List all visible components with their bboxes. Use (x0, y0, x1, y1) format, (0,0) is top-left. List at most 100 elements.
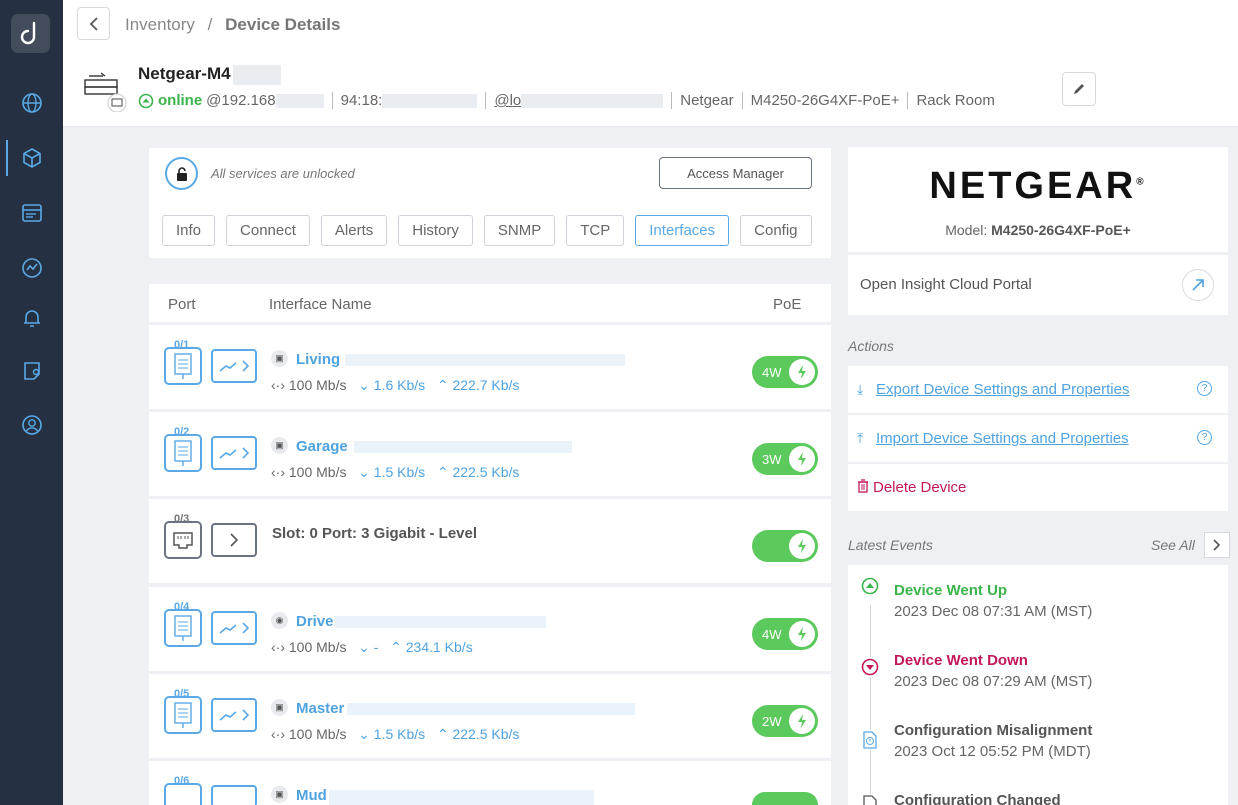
lightning-icon (789, 446, 815, 472)
tab-config[interactable]: Config (740, 215, 812, 246)
model-value: M4250-26G4XF-PoE+ (991, 222, 1131, 238)
app-logo[interactable] (11, 14, 50, 53)
cube-icon[interactable] (19, 145, 45, 171)
table-row[interactable]: 0/2 ▣ Garage ‹·› 100 Mb/s ⌄ 1.5 Kb/s ⌃ 2… (149, 412, 831, 496)
edit-button[interactable] (1062, 72, 1096, 106)
delete-action[interactable]: Delete Device (848, 464, 1228, 511)
tab-alerts[interactable]: Alerts (320, 215, 388, 246)
tab-interfaces[interactable]: Interfaces (635, 215, 730, 246)
export-link[interactable]: Export Device Settings and Properties (876, 381, 1129, 398)
back-button[interactable] (77, 7, 110, 40)
breadcrumb-current: Device Details (225, 15, 341, 34)
location-link[interactable]: @lo (494, 92, 521, 109)
poe-toggle[interactable] (752, 530, 818, 562)
download-rate: 1.6 Kb/s (373, 377, 426, 393)
interface-name[interactable]: Living (296, 351, 340, 368)
tab-info[interactable]: Info (162, 215, 216, 246)
poe-toggle[interactable]: 4W (752, 356, 818, 388)
monitor-icon[interactable] (19, 255, 45, 281)
tab-history[interactable]: History (398, 215, 473, 246)
link-speed: 100 Mb/s (288, 377, 347, 393)
interface-name[interactable]: Slot: 0 Port: 3 Gigabit - Level (272, 525, 477, 542)
traffic-graph-button[interactable] (211, 611, 257, 645)
event-date: 2023 Dec 08 07:29 AM (MST) (894, 673, 1093, 690)
interface-name[interactable]: Master (296, 700, 344, 717)
expand-button[interactable] (211, 523, 257, 557)
timeline-line (870, 605, 871, 805)
tab-snmp[interactable]: SNMP (483, 215, 556, 246)
report-icon[interactable] (19, 358, 45, 384)
table-row[interactable]: 0/4 ◉ Drive ‹·› 100 Mb/s ⌄ - ⌃ 234.1 Kb/… (149, 587, 831, 671)
table-row[interactable]: 0/1 ▣ Living ‹·› 100 Mb/s ⌄ 1.6 Kb/s ⌃ 2… (149, 325, 831, 409)
see-all-button[interactable] (1204, 532, 1230, 558)
tab-tcp[interactable]: TCP (566, 215, 625, 246)
traffic-graph-button[interactable] (211, 349, 257, 383)
chart-line-icon (219, 447, 250, 459)
event-item[interactable]: Device Went Down 2023 Dec 08 07:29 AM (M… (848, 642, 1228, 702)
import-action[interactable]: ⤒ Import Device Settings and Properties … (848, 415, 1228, 462)
interface-name[interactable]: Garage (296, 438, 348, 455)
lightning-icon (789, 708, 815, 734)
help-icon[interactable]: ? (1197, 430, 1212, 445)
bell-icon[interactable] (19, 305, 45, 331)
traffic-graph-button[interactable] (211, 698, 257, 732)
see-all-link[interactable]: See All (1151, 537, 1195, 553)
chart-line-icon (219, 622, 250, 634)
actions-title: Actions (848, 338, 894, 354)
interface-name[interactable]: Drive (296, 613, 334, 630)
portal-link-text[interactable]: Open Insight Cloud Portal (860, 276, 1032, 293)
table-row[interactable]: 0/5 ▣ Master ‹·› 100 Mb/s ⌄ 1.5 Kb/s ⌃ 2… (149, 674, 831, 758)
redacted-block (275, 93, 324, 108)
event-date: 2023 Dec 08 07:31 AM (MST) (894, 603, 1093, 620)
interface-name[interactable]: Mud (296, 787, 327, 804)
import-link[interactable]: Import Device Settings and Properties (876, 430, 1129, 447)
traffic-graph-button[interactable] (211, 785, 257, 805)
col-port: Port (168, 296, 196, 313)
access-manager-button[interactable]: Access Manager (659, 157, 812, 189)
services-panel: All services are unlocked Access Manager… (149, 148, 831, 258)
dashboard-icon[interactable] (19, 200, 45, 226)
poe-toggle[interactable] (752, 792, 818, 805)
redacted-block (334, 616, 546, 628)
tab-connect[interactable]: Connect (226, 215, 310, 246)
chart-line-icon (219, 709, 250, 721)
arrow-up-right-icon (1192, 279, 1204, 291)
events-card: Device Went Up 2023 Dec 08 07:31 AM (MST… (848, 565, 1228, 805)
event-item[interactable]: Device Went Up 2023 Dec 08 07:31 AM (MST… (848, 572, 1228, 632)
arrow-down-circle-icon (860, 657, 880, 677)
export-action[interactable]: ⤓ Export Device Settings and Properties … (848, 366, 1228, 413)
traffic-graph-button[interactable] (211, 436, 257, 470)
delete-device-button[interactable]: Delete Device (873, 479, 966, 496)
redacted-block (382, 93, 478, 108)
status-up-icon (138, 93, 154, 108)
globe-icon[interactable] (19, 90, 45, 116)
sidebar (0, 0, 63, 805)
interface-stats: ‹·› 100 Mb/s ⌄ 1.5 Kb/s ⌃ 222.5 Kb/s (271, 726, 520, 742)
download-rate: 1.5 Kb/s (373, 726, 426, 742)
vendor: Netgear (680, 92, 734, 109)
help-icon[interactable]: ? (1197, 381, 1212, 396)
breadcrumb-separator: / (207, 15, 213, 34)
camera-icon: ▣ (271, 786, 288, 803)
breadcrumb-inventory[interactable]: Inventory (125, 15, 195, 34)
trash-icon (857, 479, 869, 496)
poe-port-icon (164, 347, 202, 385)
external-link-button[interactable] (1182, 269, 1214, 301)
divider (671, 92, 673, 109)
user-icon[interactable] (19, 412, 45, 438)
table-row[interactable]: 0/3 Slot: 0 Port: 3 Gigabit - Level (149, 499, 831, 583)
ethernet-port-icon (164, 521, 202, 559)
poe-toggle[interactable]: 4W (752, 618, 818, 650)
event-item[interactable]: Configuration Misalignment 2023 Oct 12 0… (848, 712, 1228, 772)
insight-portal-card[interactable]: Open Insight Cloud Portal (848, 255, 1228, 315)
table-row[interactable]: 0/6 ▣ Mud (149, 761, 831, 805)
poe-toggle[interactable]: 3W (752, 443, 818, 475)
webcam-icon: ◉ (271, 612, 288, 629)
event-title: Device Went Down (894, 652, 1028, 669)
poe-toggle[interactable]: 2W (752, 705, 818, 737)
chevron-right-icon (1213, 539, 1221, 551)
model: M4250-26G4XF-PoE+ (750, 92, 900, 109)
event-item[interactable]: Configuration Changed (848, 782, 1228, 805)
device-name: Netgear-M4 (138, 64, 281, 85)
sidebar-active-indicator (6, 140, 8, 176)
